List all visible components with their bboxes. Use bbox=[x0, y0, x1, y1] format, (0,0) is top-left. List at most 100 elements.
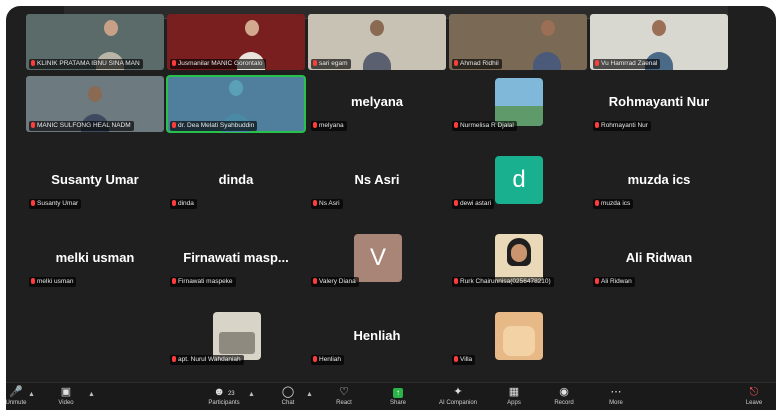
camera-icon: ▣ bbox=[60, 386, 72, 398]
participant-tile[interactable]: dinda dinda bbox=[167, 154, 305, 210]
participant-name: Henliah bbox=[353, 328, 401, 343]
participant-tile[interactable]: Ali Ridwan Ali Ridwan bbox=[590, 232, 728, 288]
chevron-up-icon[interactable]: ▲ bbox=[88, 391, 95, 398]
participant-label: melyana bbox=[311, 121, 347, 131]
profile-photo bbox=[213, 312, 261, 360]
share-button[interactable]: ↑ Share bbox=[372, 385, 424, 407]
participant-label: sari egam bbox=[311, 59, 351, 69]
participant-body bbox=[363, 52, 391, 70]
muted-mic-icon bbox=[454, 122, 458, 128]
participant-name: melyana bbox=[350, 94, 404, 109]
participant-label: Rurk Chairunnisa(0256478210) bbox=[452, 277, 554, 287]
muted-mic-icon bbox=[31, 278, 35, 284]
muted-mic-icon bbox=[454, 60, 458, 66]
participant-label: Nurmelisa R Djalal bbox=[452, 121, 517, 131]
ai-companion-button[interactable]: ✦ AI Companion bbox=[432, 385, 484, 407]
muted-mic-icon bbox=[313, 60, 317, 66]
profile-photo bbox=[495, 78, 543, 126]
meeting-toolbar: 🎤 Unmute ▲ ▣ Video ▲ ☻ 23 Participants ▲… bbox=[6, 382, 776, 410]
participant-head bbox=[245, 20, 259, 36]
participant-label: dewi astari bbox=[452, 199, 495, 209]
participant-label: Vu Hamrrad Zaenal bbox=[593, 59, 661, 69]
leave-button[interactable]: ⎋ Leave bbox=[728, 385, 776, 407]
participant-head bbox=[229, 80, 243, 96]
participant-name: melki usman bbox=[55, 250, 135, 265]
participant-tile[interactable]: melyana melyana bbox=[308, 76, 446, 132]
participant-name: Ns Asri bbox=[354, 172, 400, 187]
participant-label: Firnawati maspeke bbox=[170, 277, 236, 287]
participant-head bbox=[370, 20, 384, 36]
video-tile[interactable]: sari egam bbox=[308, 14, 446, 70]
participant-tile[interactable]: melki usman melki usman bbox=[26, 232, 164, 288]
participant-tile[interactable]: Henliah Henliah bbox=[308, 310, 446, 366]
heart-icon: ♡ bbox=[339, 386, 349, 398]
participant-tile[interactable]: d dewi astari bbox=[449, 154, 587, 210]
muted-mic-icon bbox=[454, 200, 458, 206]
chevron-up-icon[interactable]: ▲ bbox=[306, 391, 313, 398]
participant-name: Susanty Umar bbox=[51, 172, 139, 187]
video-tile[interactable]: KLINIK PRATAMA IBNU SINA MAN bbox=[26, 14, 164, 70]
participant-label: apt. Nurul Wahdaniah bbox=[170, 355, 244, 365]
participant-tile[interactable]: Rurk Chairunnisa(0256478210) bbox=[449, 232, 587, 288]
record-button[interactable]: ◉ Record bbox=[538, 385, 590, 407]
unmute-button[interactable]: 🎤 Unmute bbox=[6, 385, 42, 407]
muted-mic-icon bbox=[595, 200, 599, 206]
muted-mic-icon bbox=[31, 60, 35, 66]
react-button[interactable]: ♡ React bbox=[318, 385, 370, 407]
leave-icon: ⎋ bbox=[749, 386, 759, 398]
participant-label: Valery Diana bbox=[311, 277, 359, 287]
muted-mic-icon bbox=[595, 122, 599, 128]
participant-label: melki usman bbox=[29, 277, 77, 287]
share-screen-icon: ↑ bbox=[372, 385, 424, 399]
apps-icon: ▦ bbox=[508, 386, 520, 398]
muted-mic-icon bbox=[31, 200, 35, 206]
video-tile-active-speaker[interactable]: dr. Dea Melati Syahbuddin bbox=[166, 75, 306, 133]
participant-label: Susanty Umar bbox=[29, 199, 82, 209]
muted-mic-icon bbox=[172, 278, 176, 284]
video-tile[interactable]: MANIC SULFONG HEAL NADM bbox=[26, 76, 164, 132]
muted-mic-icon bbox=[313, 122, 317, 128]
initial-avatar: V bbox=[354, 234, 402, 282]
participant-label: KLINIK PRATAMA IBNU SINA MAN bbox=[29, 59, 143, 69]
participant-tile[interactable]: V Valery Diana bbox=[308, 232, 446, 288]
muted-mic-icon bbox=[454, 278, 458, 284]
participant-label: MANIC SULFONG HEAL NADM bbox=[29, 121, 134, 131]
sparkle-icon: ✦ bbox=[453, 386, 463, 398]
participant-label: Villa bbox=[452, 355, 476, 365]
participant-name: Ali Ridwan bbox=[625, 250, 693, 265]
video-button[interactable]: ▣ Video bbox=[40, 385, 92, 407]
participant-label: Ns Asri bbox=[311, 199, 343, 209]
participant-tile[interactable]: Nurmelisa R Djalal bbox=[449, 76, 587, 132]
apps-button[interactable]: ▦ Apps bbox=[488, 385, 540, 407]
participant-tile[interactable]: Susanty Umar Susanty Umar bbox=[26, 154, 164, 210]
participant-tile[interactable]: muzda ics muzda ics bbox=[590, 154, 728, 210]
chevron-up-icon[interactable]: ▲ bbox=[28, 391, 35, 398]
participant-label: muzda ics bbox=[593, 199, 634, 209]
more-button[interactable]: ⋯ More bbox=[590, 385, 642, 407]
participant-tile[interactable]: Villa bbox=[449, 310, 587, 366]
participant-head bbox=[104, 20, 118, 36]
muted-mic-icon bbox=[172, 200, 176, 206]
muted-mic-icon bbox=[172, 356, 176, 362]
participant-head bbox=[88, 86, 102, 102]
chevron-up-icon[interactable]: ▲ bbox=[248, 391, 255, 398]
video-tile[interactable]: Ahmad Ridhil bbox=[449, 14, 587, 70]
participant-tile[interactable]: Rohmayanti Nur Rohmayanti Nur bbox=[590, 76, 728, 132]
profile-photo bbox=[495, 312, 543, 360]
meeting-window: KLINIK PRATAMA IBNU SINA MAN Jusmanilar … bbox=[6, 6, 776, 410]
participants-button[interactable]: ☻ 23 Participants bbox=[198, 385, 250, 407]
participant-tile[interactable]: Firnawati masp... Firnawati maspeke bbox=[167, 232, 305, 288]
muted-mic-icon bbox=[172, 122, 176, 128]
initial-avatar: d bbox=[495, 156, 543, 204]
participant-tile[interactable]: Ns Asri Ns Asri bbox=[308, 154, 446, 210]
participant-name: Firnawati masp... bbox=[183, 250, 289, 265]
video-tile[interactable]: Vu Hamrrad Zaenal bbox=[590, 14, 728, 70]
participant-name: Rohmayanti Nur bbox=[608, 94, 710, 109]
participant-tile[interactable]: apt. Nurul Wahdaniah bbox=[167, 310, 305, 366]
participant-label: dr. Dea Melati Syahbuddin bbox=[170, 121, 258, 131]
participant-name: dinda bbox=[218, 172, 254, 187]
muted-mic-icon bbox=[313, 200, 317, 206]
video-tile[interactable]: Jusmanilar MANIC Gorontalo bbox=[167, 14, 305, 70]
muted-mic-icon bbox=[172, 60, 176, 66]
participant-name: muzda ics bbox=[627, 172, 691, 187]
